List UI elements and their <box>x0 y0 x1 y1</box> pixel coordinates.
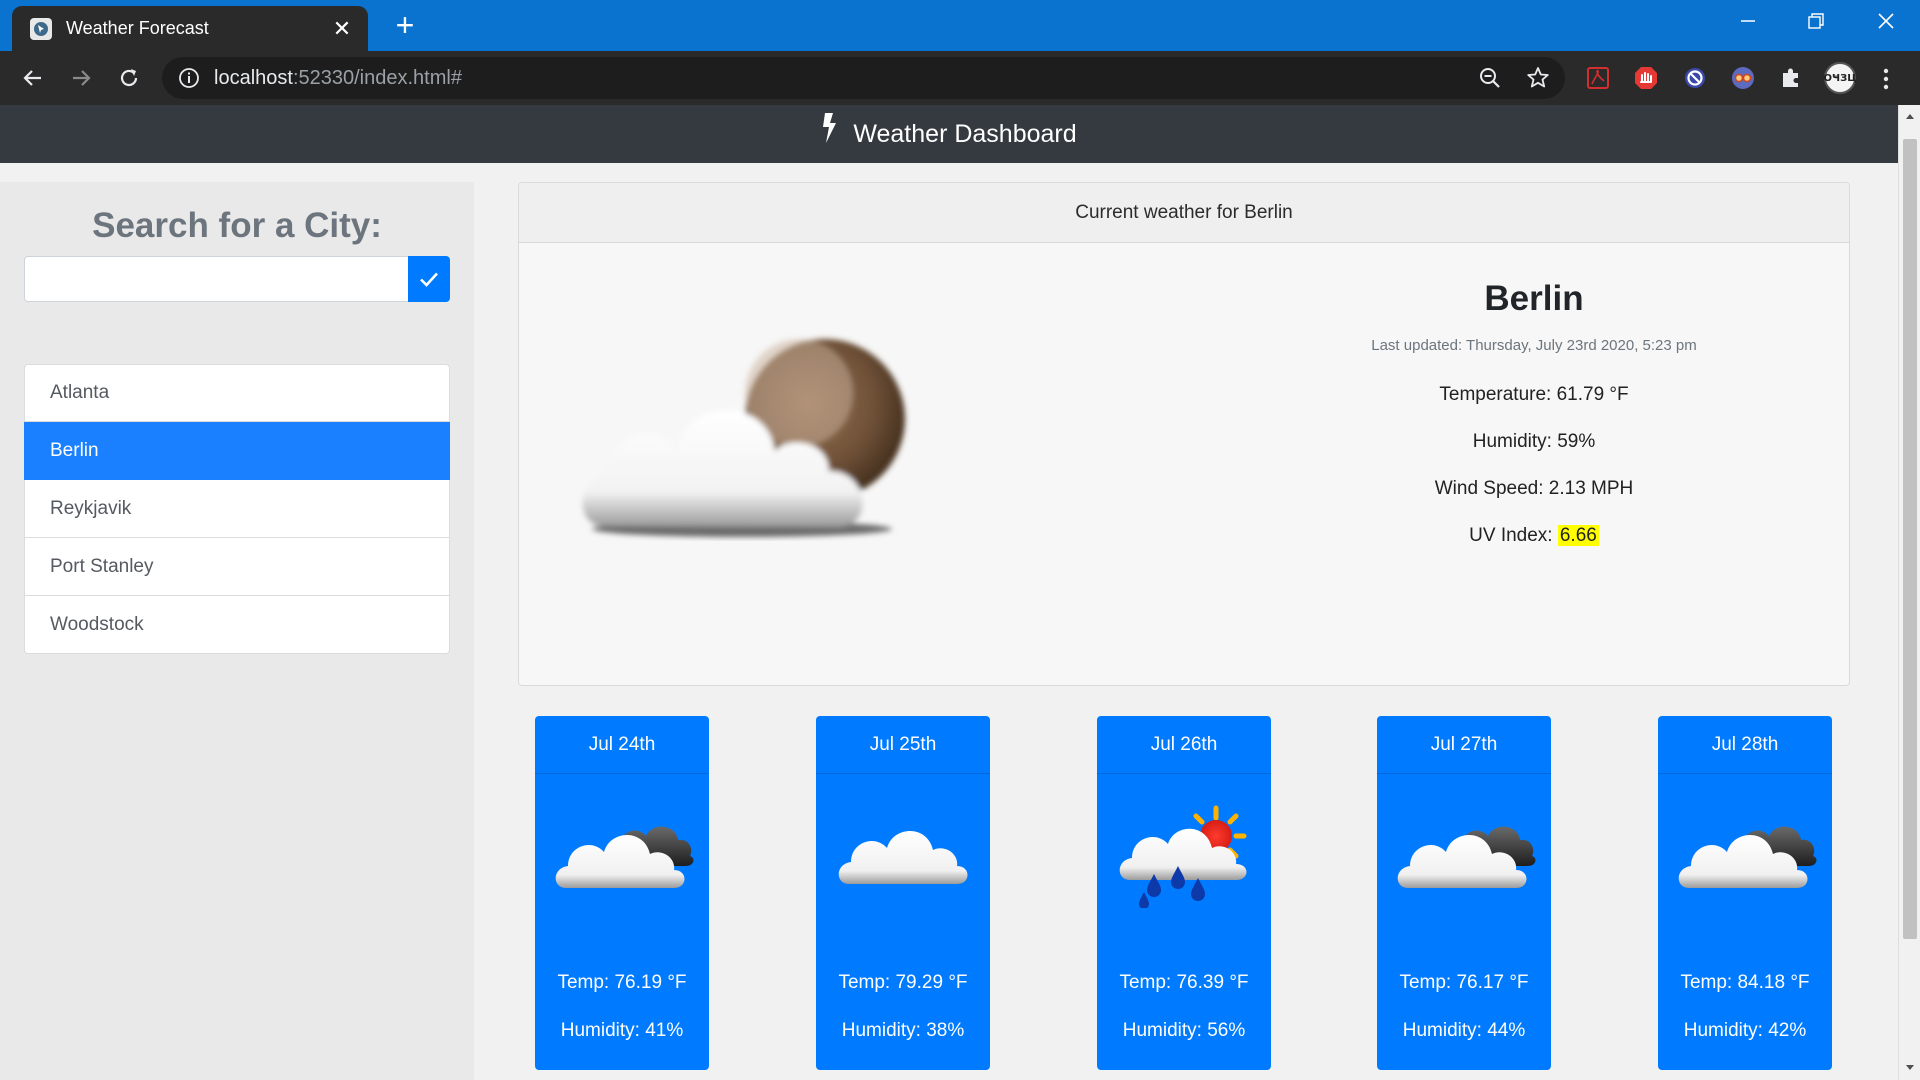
browser-tab[interactable]: Weather Forecast ✕ <box>12 6 368 51</box>
reload-icon <box>120 69 138 87</box>
profile-avatar[interactable]: ОҸЗЦ <box>1824 62 1856 94</box>
forecast-card: Jul 28th Temp: 84.18 °F Humidity: 42% <box>1658 716 1832 1070</box>
forecast-date: Jul 27th <box>1377 716 1551 774</box>
forecast-humidity: Humidity: 56% <box>1122 1020 1246 1041</box>
forecast-date: Jul 24th <box>535 716 709 774</box>
scrollbar-thumb[interactable] <box>1903 139 1917 939</box>
current-humidity: Humidity: 59% <box>1472 431 1596 452</box>
scroll-up-arrow-icon[interactable] <box>1903 109 1917 123</box>
forecast-temperature: Temp: 76.19 °F <box>557 972 687 993</box>
forecast-temperature: Temp: 84.18 °F <box>1680 972 1810 993</box>
forecast-card: Jul 27th Temp: 76.17 °F Humidity: 44% <box>1377 716 1551 1070</box>
back-button[interactable] <box>15 60 51 96</box>
sidebar: Search for a City: Atlanta Berlin Reykjavi… <box>0 182 474 1080</box>
current-city-name: Berlin <box>1484 279 1584 318</box>
forecast-temperature: Temp: 79.29 °F <box>838 972 968 993</box>
current-temperature: Temperature: 61.79 °F <box>1439 384 1629 405</box>
forecast-temperature: Temp: 76.39 °F <box>1119 972 1249 993</box>
reload-button[interactable] <box>111 60 147 96</box>
tab-favicon-icon <box>30 17 52 40</box>
forecast-card: Jul 24th Temp: 76.19 °F Humidity: 41% <box>535 716 709 1070</box>
cloud-dark-cloud-icon <box>1397 826 1536 888</box>
forecast-humidity: Humidity: 44% <box>1402 1020 1526 1041</box>
restore-icon <box>1808 13 1824 29</box>
url-path: :52330/index.html# <box>292 66 462 89</box>
page-viewport: Weather Dashboard Search for a City: Atl… <box>0 105 1898 1080</box>
forward-button[interactable] <box>63 60 99 96</box>
block-extension-icon[interactable] <box>1681 64 1709 92</box>
forecast-humidity: Humidity: 42% <box>1683 1020 1807 1041</box>
forecast-date: Jul 26th <box>1097 716 1271 774</box>
lightning-bolt-icon <box>823 113 837 143</box>
city-search-input[interactable] <box>24 256 409 302</box>
page-scrollbar[interactable] <box>1898 105 1920 1080</box>
city-list: Atlanta Berlin Reykjavik Port Stanley Woodst… <box>24 364 450 654</box>
restore-button[interactable] <box>1792 0 1840 42</box>
browser-toolbar: localhost:52330/index.html# ОҸЗЦ <box>0 51 1920 105</box>
arrow-right-icon <box>73 70 91 86</box>
browser-menu-button[interactable] <box>1874 65 1898 93</box>
forecast-date: Jul 25th <box>816 716 990 774</box>
last-updated-text: Last updated: Thursday, July 23rd 2020, … <box>1371 337 1697 354</box>
cloud-icon <box>838 831 968 884</box>
minimize-icon <box>1741 20 1755 22</box>
forecast-card: Jul 25th Temp: 79.29 °F Humidity: 38% <box>816 716 990 1070</box>
rain-sun-icon <box>1119 805 1247 908</box>
current-weather-card: Current weather for Berlin Berlin Last u… <box>518 182 1850 686</box>
scroll-down-arrow-icon[interactable] <box>1903 1061 1917 1075</box>
uv-index-value: 6.66 <box>1557 525 1599 546</box>
adblock-extension-icon[interactable] <box>1632 64 1660 92</box>
uv-index-label: UV Index: <box>1469 525 1558 546</box>
close-window-button[interactable] <box>1862 0 1910 42</box>
cloud-dark-cloud-icon <box>1678 826 1817 888</box>
current-weather-details: Berlin Last updated: Thursday, July 23rd… <box>1219 269 1849 547</box>
search-submit-button[interactable] <box>408 256 450 302</box>
zoom-out-icon[interactable] <box>1477 65 1503 91</box>
info-icon[interactable] <box>178 67 200 89</box>
close-icon <box>1878 13 1894 29</box>
forecast-humidity: Humidity: 41% <box>560 1020 684 1041</box>
extensions-puzzle-icon[interactable] <box>1777 64 1805 92</box>
app-title: Weather Dashboard <box>853 119 1077 148</box>
city-list-item[interactable]: Berlin <box>24 422 450 480</box>
arrow-left-icon <box>23 70 41 86</box>
pdf-extension-icon[interactable] <box>1584 64 1612 92</box>
forecast-date: Jul 28th <box>1658 716 1832 774</box>
current-wind-speed: Wind Speed: 2.13 MPH <box>1434 478 1634 499</box>
city-list-item[interactable]: Atlanta <box>24 364 450 422</box>
check-icon <box>420 272 438 287</box>
city-list-item[interactable]: Port Stanley <box>24 538 450 596</box>
city-list-item[interactable]: Reykjavik <box>24 480 450 538</box>
minimize-button[interactable] <box>1724 0 1772 42</box>
cloud-dark-cloud-icon <box>555 826 694 888</box>
url-host: localhost <box>214 66 293 89</box>
current-weather-header: Current weather for Berlin <box>519 183 1849 243</box>
app-header: Weather Dashboard <box>0 105 1898 163</box>
forecast-card: Jul 26th Temp: 76.39 °F Humidity: 56% <box>1097 716 1271 1070</box>
tab-title: Weather Forecast <box>66 18 209 38</box>
tab-close-icon[interactable]: ✕ <box>326 16 358 42</box>
browser-titlebar: Weather Forecast ✕ + <box>0 0 1920 51</box>
cloud-moon-icon <box>582 339 905 537</box>
glasses-extension-icon[interactable] <box>1729 64 1757 92</box>
current-uv-index: UV Index: 6.66 <box>1219 525 1849 547</box>
forecast-humidity: Humidity: 38% <box>841 1020 965 1041</box>
forecast-temperature: Temp: 76.17 °F <box>1399 972 1529 993</box>
address-bar[interactable]: localhost:52330/index.html# <box>162 57 1565 99</box>
search-heading: Search for a City: <box>92 206 382 245</box>
more-vert-icon <box>1883 68 1889 90</box>
bookmark-star-icon[interactable] <box>1525 65 1551 91</box>
city-list-item[interactable]: Woodstock <box>24 596 450 654</box>
new-tab-button[interactable]: + <box>388 9 422 41</box>
